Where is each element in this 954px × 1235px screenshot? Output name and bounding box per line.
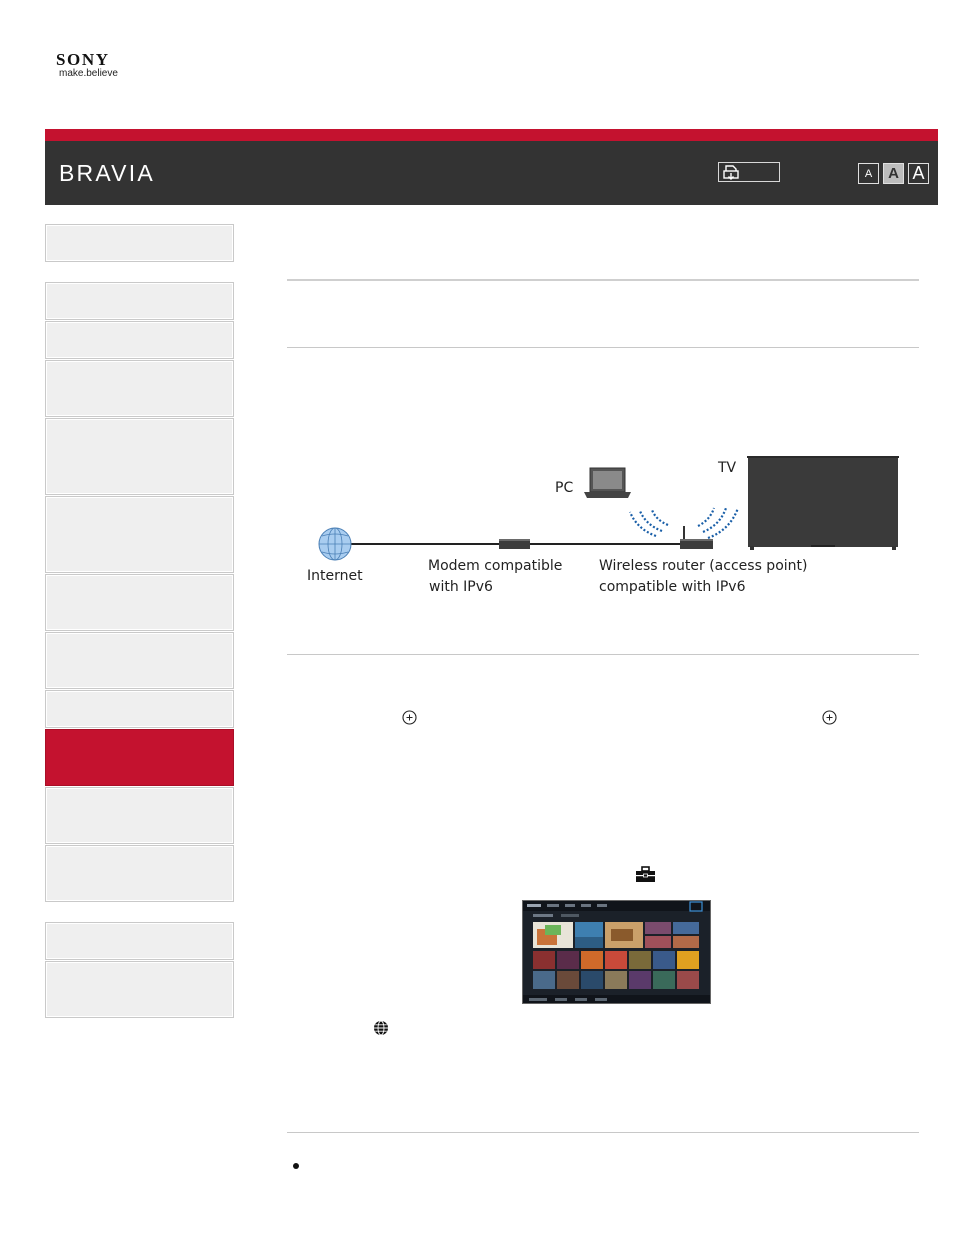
- print-button[interactable]: [718, 162, 780, 182]
- modem-label: Modem compatible: [428, 558, 563, 574]
- router-label-ipv6: compatible with IPv6: [599, 579, 746, 595]
- sidebar-item-6[interactable]: [45, 496, 234, 573]
- home-menu-image: [523, 901, 710, 1003]
- toolbox-icon: [636, 866, 655, 882]
- sony-tagline: make.believe: [59, 68, 118, 79]
- modem-label-ipv6: with IPv6: [429, 579, 493, 595]
- sidebar-item-4[interactable]: [45, 360, 234, 417]
- wireless-signal-icon: [628, 509, 669, 538]
- circle-plus-icon: [822, 710, 837, 725]
- sidebar-item-3[interactable]: [45, 321, 234, 359]
- sidebar-item-5[interactable]: [45, 418, 234, 495]
- section-divider: [287, 279, 919, 281]
- bullet-icon: [293, 1163, 299, 1169]
- sony-logo: SONY make.believe: [56, 50, 136, 80]
- section-divider: [287, 654, 919, 655]
- globe-icon: [374, 1020, 388, 1036]
- header-bar: BRAVIA A A A: [45, 141, 938, 205]
- sidebar-item-12[interactable]: [45, 845, 234, 902]
- router-label: Wireless router (access point): [599, 558, 808, 574]
- sidebar-item-9[interactable]: [45, 690, 234, 728]
- sidebar-item-7[interactable]: [45, 574, 234, 631]
- print-icon: [723, 165, 739, 180]
- font-size-small-button[interactable]: A: [858, 163, 879, 184]
- tv-home-menu-screenshot: [522, 900, 711, 1004]
- sony-wordmark: SONY: [56, 50, 110, 69]
- sidebar-item-14[interactable]: [45, 961, 234, 1018]
- font-size-medium-button[interactable]: A: [883, 163, 904, 184]
- sidebar-item-1[interactable]: [45, 224, 234, 262]
- header-accent-strip: [45, 129, 938, 141]
- wireless-signal-icon: [697, 507, 740, 540]
- section-divider: [287, 1132, 919, 1133]
- internet-label: Internet: [307, 568, 363, 584]
- tv-label: TV: [718, 460, 737, 476]
- ipv6-network-diagram: Internet Modem compatible with IPv6 Wire…: [300, 450, 910, 610]
- sidebar-item-11[interactable]: [45, 787, 234, 844]
- globe-icon: [318, 527, 352, 561]
- sidebar-item-active[interactable]: [45, 729, 234, 786]
- tv-icon: [747, 456, 899, 550]
- circle-plus-icon: [402, 710, 417, 725]
- bravia-logo: BRAVIA: [59, 160, 155, 186]
- sidebar-item-8[interactable]: [45, 632, 234, 689]
- section-divider: [287, 347, 919, 348]
- sidebar-item-2[interactable]: [45, 282, 234, 320]
- modem-icon: [499, 539, 530, 549]
- font-size-large-button[interactable]: A: [908, 163, 929, 184]
- sidebar-item-13[interactable]: [45, 922, 234, 960]
- laptop-icon: [584, 467, 631, 498]
- pc-label: PC: [555, 480, 574, 496]
